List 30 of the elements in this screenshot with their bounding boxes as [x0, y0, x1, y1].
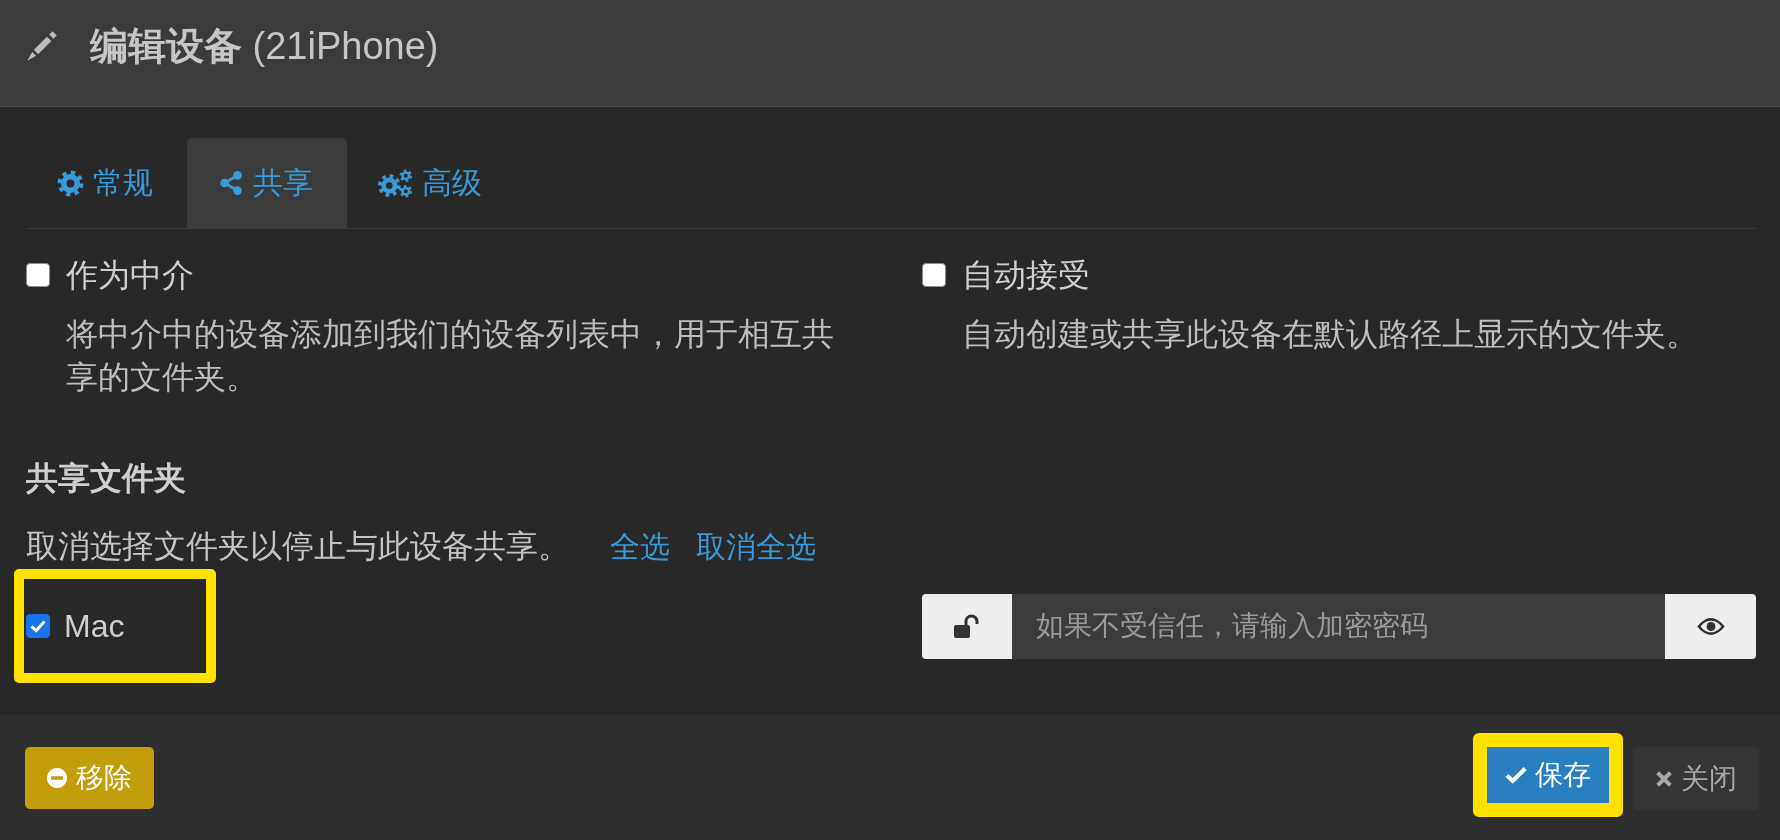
share-icon	[218, 170, 244, 196]
lock-button[interactable]	[922, 593, 1012, 659]
tab[interactable]: 共享	[187, 138, 347, 228]
password-field[interactable]: 如果不受信任，请输入加密密码	[1012, 593, 1665, 659]
option-label: 作为中介	[66, 256, 194, 295]
section-heading: 共享文件夹	[26, 459, 186, 498]
tab[interactable]: 高级	[347, 138, 516, 228]
save-button[interactable]: 保存	[1487, 747, 1609, 803]
eye-icon	[1695, 616, 1726, 636]
gears-icon	[378, 168, 413, 198]
tab[interactable]: 常规	[26, 138, 187, 228]
check-icon	[1505, 764, 1527, 786]
checkbox[interactable]	[26, 263, 50, 287]
hint-text: 取消选择文件夹以停止与此设备共享。	[26, 527, 570, 566]
option-description: 将中介中的设备添加到我们的设备列表中，用于相互共享的文件夹。	[66, 315, 835, 397]
close-button[interactable]: 关闭	[1633, 747, 1759, 810]
folder-label: Mac	[64, 607, 125, 645]
checkbox[interactable]	[922, 263, 946, 287]
option-description: 自动创建或共享此设备在默认路径上显示的文件夹。	[962, 315, 1699, 354]
checkbox[interactable]	[26, 614, 50, 638]
pencil-icon	[24, 28, 59, 64]
select-all-link[interactable]: 全选	[610, 526, 670, 568]
remove-button[interactable]: 移除	[25, 747, 154, 809]
deselect-all-link[interactable]: 取消全选	[696, 526, 816, 568]
show-password-button[interactable]	[1665, 593, 1756, 659]
close-icon	[1655, 769, 1673, 788]
option-label: 自动接受	[962, 256, 1090, 295]
dialog-title: 编辑设备 (21iPhone)	[90, 23, 439, 69]
gear-icon	[57, 169, 84, 197]
padlock-icon	[954, 614, 980, 638]
